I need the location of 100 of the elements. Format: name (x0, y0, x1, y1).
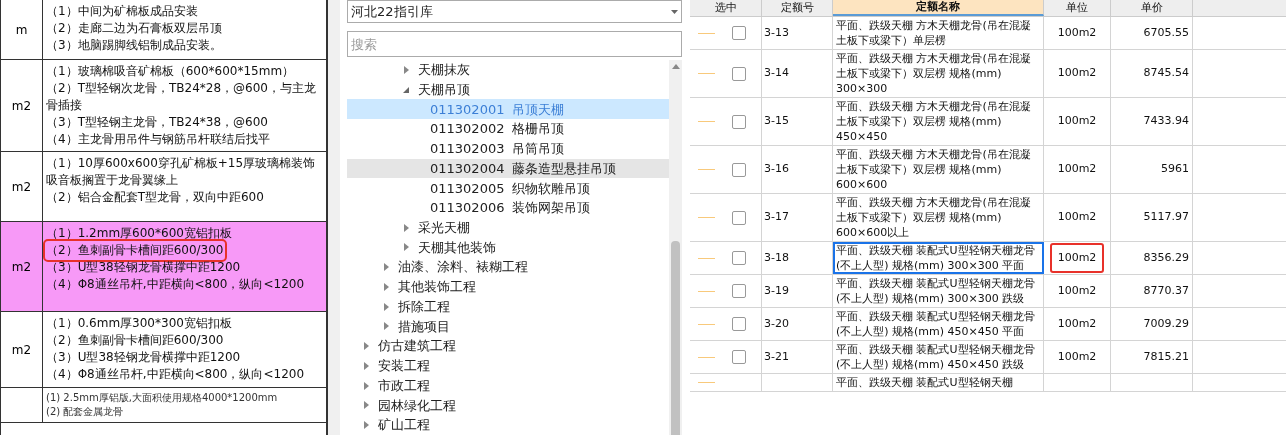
description-text: （4）Φ8通丝吊杆,中距横向<800，纵向<1200 (46, 276, 305, 293)
expand-arrow-icon[interactable] (382, 322, 390, 331)
tree-item[interactable]: 拆除工程 (398, 296, 450, 317)
checkbox[interactable] (732, 284, 746, 298)
description-text: (2) 配套金属龙骨 (46, 405, 124, 419)
tree-item[interactable]: 安装工程 (378, 356, 430, 376)
quota-name: 平面、跌级天棚 装配式U型轻钢天棚龙骨(不上人型) 规格(mm) 450×450 平面 (836, 310, 1035, 338)
collapse-arrow-icon[interactable] (402, 85, 410, 94)
unit-cell-text: m2 (11, 341, 32, 359)
expand-arrow-icon[interactable] (362, 401, 370, 410)
description-text: （3）T型轻钢主龙骨，TB24*38，@600 (46, 114, 268, 131)
tree-item[interactable]: 措施项目 (398, 316, 450, 337)
tree-leaf-item[interactable]: 011302004 藤条造型悬挂吊顶 (347, 158, 669, 179)
quota-code: 3-19 (764, 282, 789, 299)
description-text: （3）地脑踢脚线铝制成品安装。 (46, 37, 222, 54)
search-field[interactable]: 搜索 (347, 31, 682, 57)
tree-line-icon (698, 290, 715, 292)
tree-item[interactable]: 天棚抹灰 (418, 60, 470, 80)
tree-line-icon (698, 356, 715, 358)
quota-name: 平面、跌级天棚 方木天棚龙骨(吊在混凝土板下或梁下）双层楞 规格(mm) 300×300 (836, 52, 1031, 95)
description-text: （1）中间为矿棉板成品安装 (46, 3, 198, 20)
tree-line-icon (698, 323, 715, 325)
description-text: （3）U型38轻钢龙骨横撑中距1200 (46, 349, 241, 366)
expand-arrow-icon[interactable] (402, 223, 410, 232)
unit-cell-text: 100m2 (1056, 24, 1098, 41)
checkbox[interactable] (732, 114, 746, 129)
quota-name: 平面、跌级天棚 装配式U型轻钢天棚龙骨(不上人型) 规格(mm) 450×450 跌级 (836, 343, 1035, 371)
price-cell-text: 6705.55 (1143, 24, 1189, 41)
tree-line-icon (698, 257, 715, 259)
tree-leaf-item[interactable]: 011302006 装饰网架吊顶 (347, 198, 669, 218)
tree-line-icon (698, 169, 715, 170)
expand-arrow-icon[interactable] (362, 342, 370, 351)
tree-item[interactable]: 天棚其他装饰 (418, 237, 496, 258)
quota-code: 3-13 (764, 24, 789, 41)
price-cell: 7433.94 (1143, 113, 1189, 130)
quota-code: 3-14 (764, 65, 789, 82)
price-cell: 5961 (1161, 161, 1189, 178)
tree-item[interactable]: 采光天棚 (418, 218, 470, 238)
scrollbar-thumb[interactable] (671, 241, 680, 435)
price-cell: 5117.97 (1143, 209, 1189, 226)
quota-name: 平面、跌级天棚 装配式U型轻钢天棚龙骨(不上人型) 规格(mm) 300×300 跌级 (836, 277, 1035, 305)
unit-cell-text: m2 (11, 97, 32, 115)
unit-cell-text: m2 (11, 178, 32, 196)
tree-line-icon (698, 121, 715, 122)
description-text: （1）0.6mm厚300*300宽铝扣板 (46, 315, 232, 332)
tree-item[interactable]: 其他装饰工程 (398, 277, 476, 297)
description-text: （4）Φ8通丝吊杆,中距横向<800，纵向<1200 (46, 366, 305, 383)
unit-cell-text: 100m2 (1056, 65, 1098, 82)
column-header[interactable]: 定额名称 (833, 0, 1044, 16)
column-header[interactable]: 选中 (690, 0, 762, 16)
expand-arrow-icon[interactable] (382, 263, 390, 272)
checkbox[interactable] (732, 162, 746, 177)
scroll-up-icon[interactable] (671, 64, 680, 69)
unit-cell-text: 100m2 (1056, 113, 1098, 130)
expand-arrow-icon[interactable] (362, 421, 370, 430)
column-header[interactable]: 单位 (1044, 0, 1111, 16)
checkbox[interactable] (732, 210, 746, 225)
expand-arrow-icon[interactable] (382, 302, 390, 311)
expand-arrow-icon[interactable] (362, 381, 370, 390)
description-text: （4）主龙骨用吊件与钢筋吊杆联结后找平 (46, 131, 270, 148)
tree-item[interactable]: 天棚吊顶 (418, 79, 470, 100)
quota-name: 平面、跌级天棚 装配式U型轻钢天棚龙骨(不上人型) 规格(mm) 300×300 平面 (836, 244, 1035, 272)
description-text: (1) 2.5mm厚铝版,大面积使用规格4000*1200mm (46, 391, 278, 405)
unit-cell-text: 100m2 (1056, 315, 1098, 332)
tree-item[interactable]: 仿古建筑工程 (378, 336, 456, 356)
unit-cell-text: m (15, 21, 28, 39)
description-text: （2）铝合金配套T型龙骨，双向中距600 (46, 189, 264, 206)
tree-item[interactable]: 园林绿化工程 (378, 395, 456, 416)
description-text: （2）走廊二边为石膏板双层吊顶 (46, 20, 222, 37)
expand-arrow-icon[interactable] (362, 361, 370, 370)
unit-cell-text: m2 (11, 258, 32, 276)
expand-arrow-icon[interactable] (402, 65, 410, 74)
checkbox[interactable] (732, 66, 746, 81)
tree-item[interactable]: 矿山工程 (378, 415, 430, 435)
description-text: （1）玻璃棉吸音矿棉板（600*600*15mm） (46, 63, 295, 80)
tree-leaf-item[interactable]: 011302003 吊筒吊顶 (347, 138, 669, 159)
description-text: （2）T型轻钢次龙骨，TB24*28，@600，与主龙骨插接 (46, 80, 317, 114)
checkbox[interactable] (732, 251, 746, 265)
checkbox[interactable] (732, 317, 746, 331)
unit-cell-text: 100m2 (1056, 282, 1098, 299)
unit-cell-text: 100m2 (1056, 209, 1098, 226)
checkbox[interactable] (732, 350, 746, 364)
tree-item[interactable]: 市政工程 (378, 375, 430, 396)
scrollbar-track[interactable] (669, 60, 682, 435)
quota-code: 3-18 (764, 249, 789, 266)
expand-arrow-icon[interactable] (382, 282, 390, 291)
tree-line-icon (698, 32, 715, 34)
unit-cell: 100m2 (1049, 242, 1105, 274)
checkbox[interactable] (732, 26, 746, 40)
tree-item[interactable]: 油漆、涂料、裱糊工程 (398, 257, 528, 277)
tree-line-icon (698, 73, 715, 74)
dropdown-caret-icon[interactable] (671, 9, 678, 14)
tree-leaf-item[interactable]: 011302002 格栅吊顶 (347, 119, 669, 139)
library-dropdown[interactable]: 河北22指引库 (347, 0, 682, 23)
description-text: （1）1.2mm厚600*600宽铝扣板 (46, 225, 232, 242)
price-cell-text: 7009.29 (1143, 315, 1189, 332)
description-text: （2）鱼刺副骨卡槽间距600/300 (46, 242, 224, 259)
column-header[interactable]: 单价 (1111, 0, 1193, 16)
tree-leaf-item[interactable]: 011302005 织物软雕吊顶 (347, 178, 669, 199)
expand-arrow-icon[interactable] (402, 243, 410, 252)
